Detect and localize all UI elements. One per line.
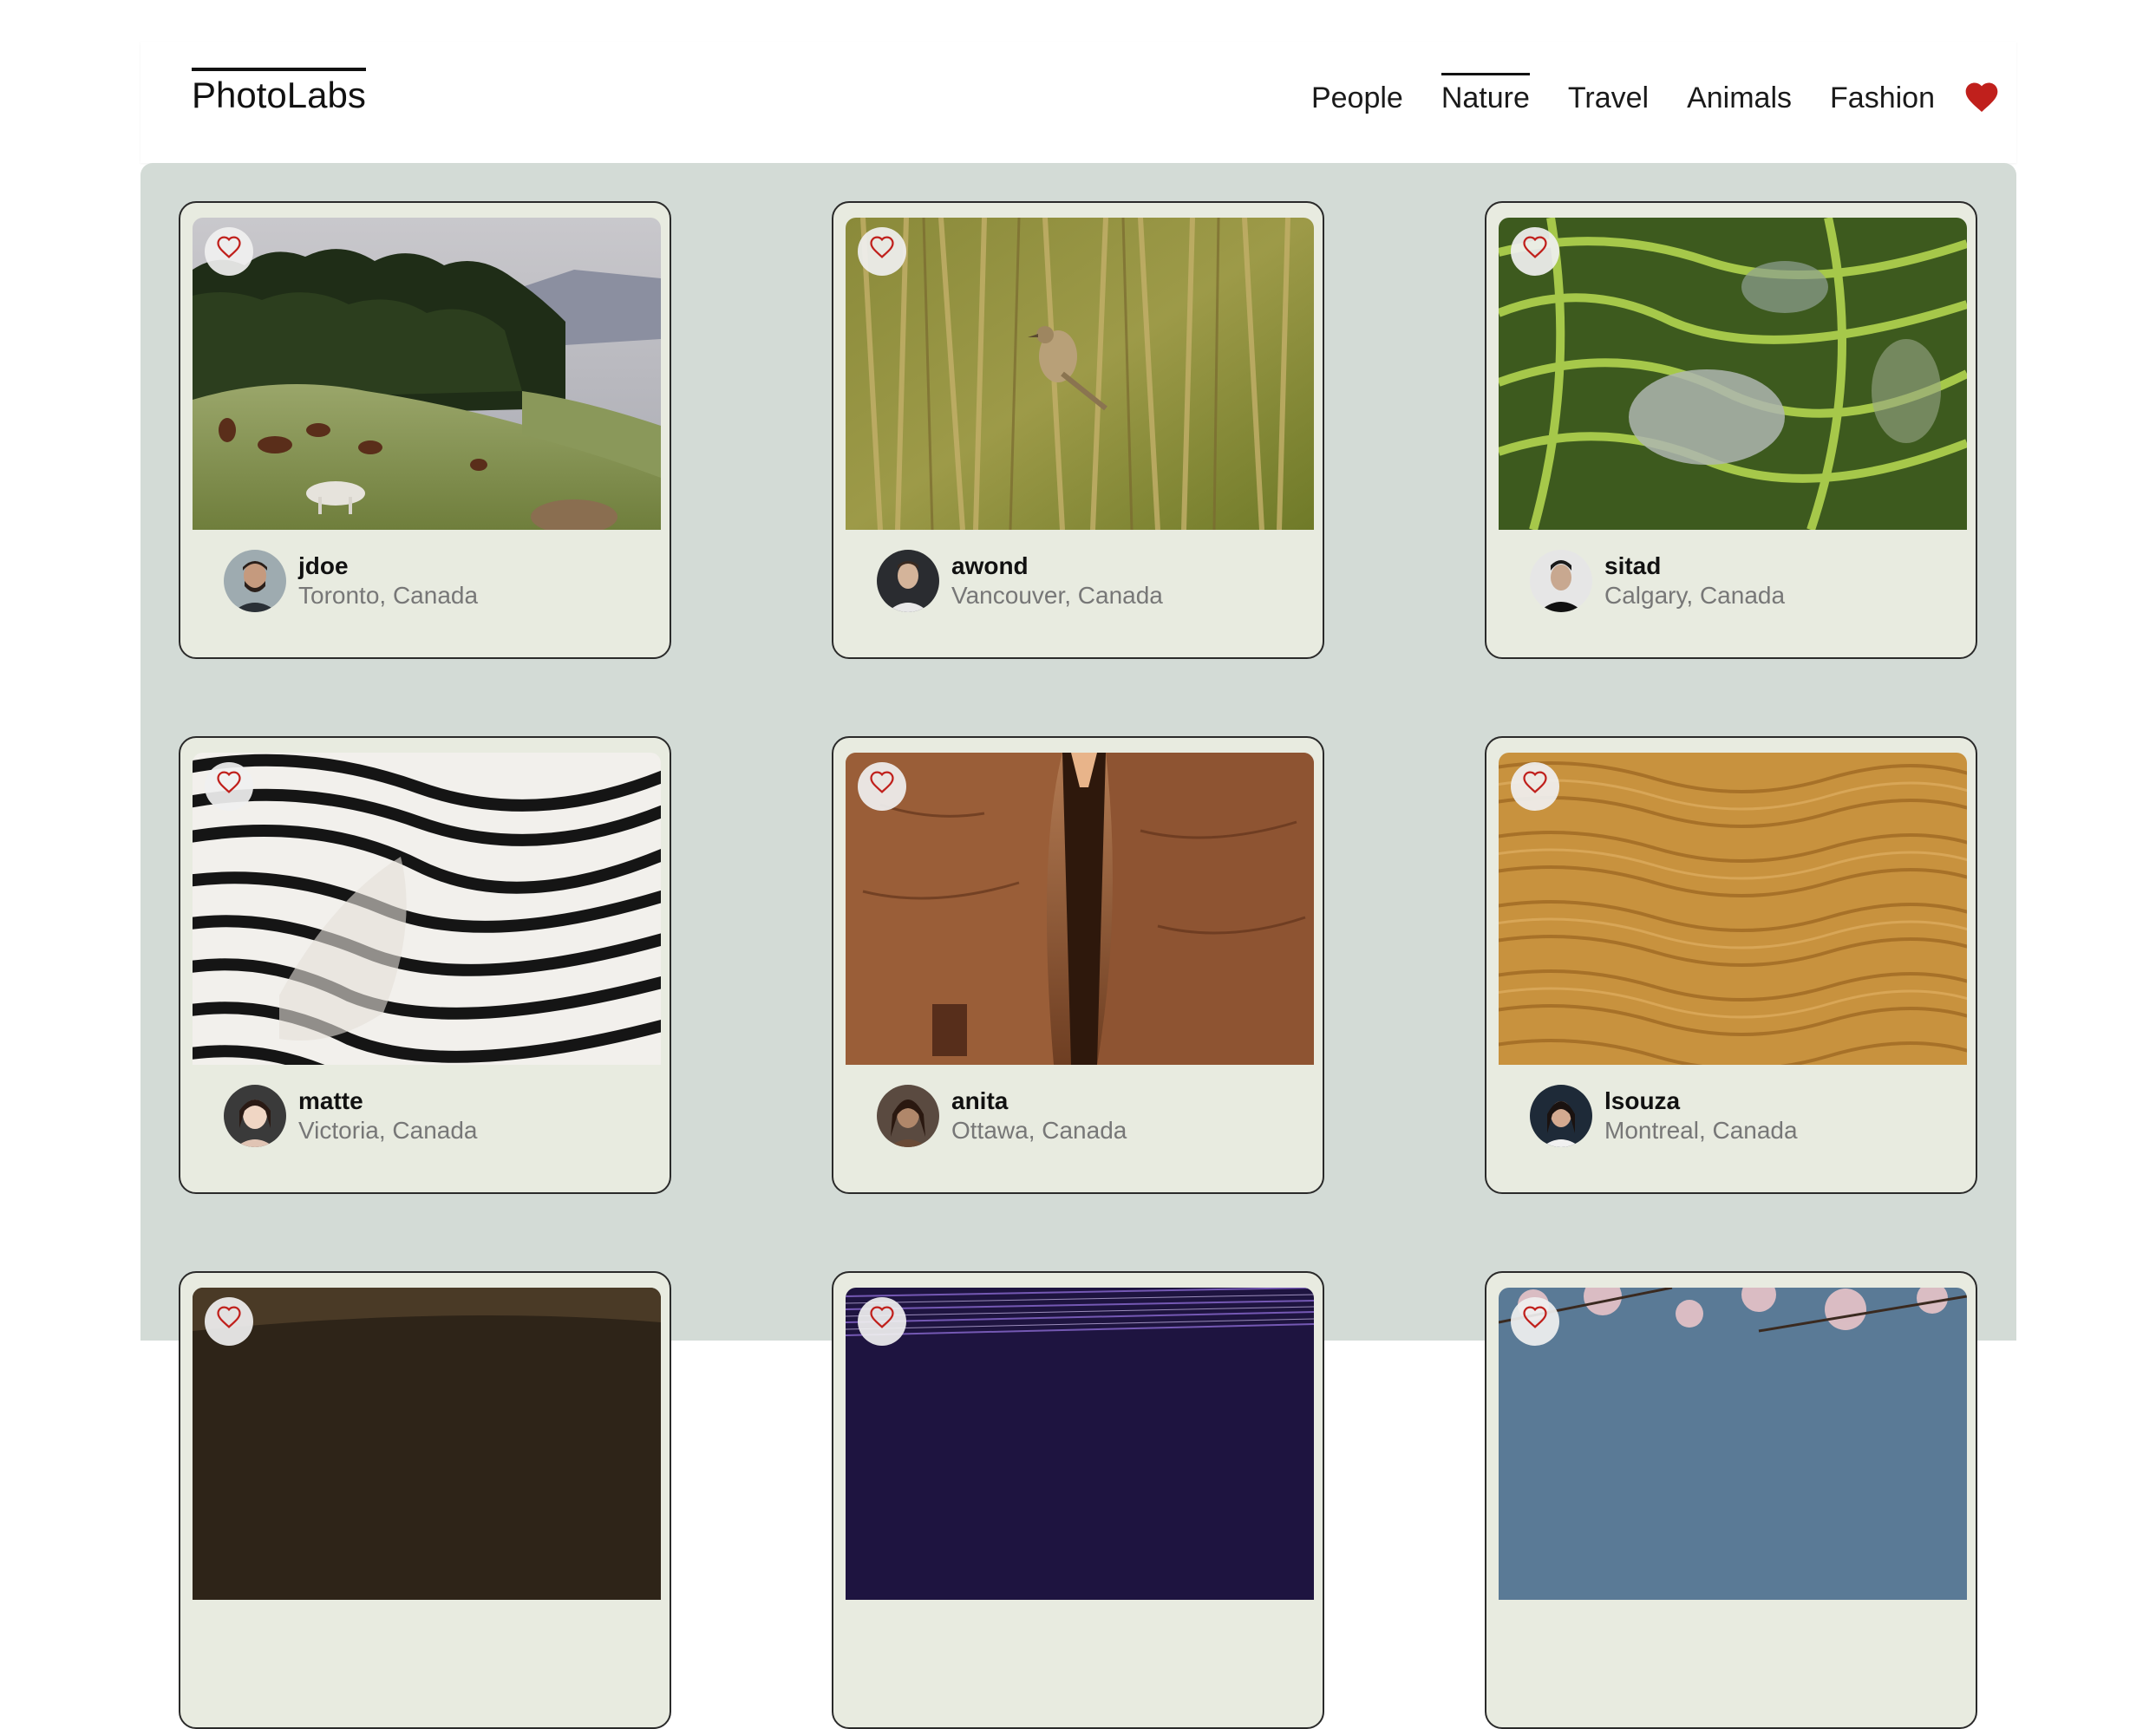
photo-user-info: sitad Calgary, Canada <box>1530 550 1785 612</box>
photo-user-info: lsouza Montreal, Canada <box>1530 1085 1798 1147</box>
favourite-button[interactable] <box>205 227 253 276</box>
heart-outline-icon <box>870 771 894 793</box>
user-location: Vancouver, Canada <box>951 582 1163 609</box>
photo-image[interactable] <box>193 753 661 1065</box>
favourite-button[interactable] <box>205 762 253 811</box>
photolabs-app: PhotoLabs People Nature Travel Animals F… <box>140 42 2016 1729</box>
heart-outline-icon <box>1523 1306 1547 1328</box>
photo-user-info: jdoe Toronto, Canada <box>224 550 478 612</box>
heart-outline-icon <box>217 236 241 258</box>
photo-card[interactable] <box>832 1271 1324 1729</box>
username: lsouza <box>1604 1087 1681 1114</box>
favourite-button[interactable] <box>858 227 906 276</box>
heart-outline-icon <box>870 1306 894 1328</box>
photo-card[interactable]: sitad Calgary, Canada <box>1485 201 1977 659</box>
photo-image[interactable] <box>1499 218 1967 530</box>
photo-user-info: anita Ottawa, Canada <box>877 1085 1127 1147</box>
heart-outline-icon <box>217 771 241 793</box>
user-location: Victoria, Canada <box>298 1117 478 1144</box>
heart-outline-icon <box>1523 236 1547 258</box>
favourite-button[interactable] <box>858 762 906 811</box>
topic-travel[interactable]: Travel <box>1568 73 1649 117</box>
avatar[interactable] <box>1530 1085 1592 1147</box>
user-location: Ottawa, Canada <box>951 1117 1127 1144</box>
photo-image[interactable] <box>193 1288 661 1600</box>
photo-user-info: awond Vancouver, Canada <box>877 550 1163 612</box>
favourite-button[interactable] <box>1511 1297 1559 1346</box>
username: awond <box>951 552 1029 579</box>
username: matte <box>298 1087 363 1114</box>
topic-list: People Nature Travel Animals Fashion <box>1273 73 1935 117</box>
topic-people[interactable]: People <box>1311 73 1403 117</box>
favourite-button[interactable] <box>1511 227 1559 276</box>
username: sitad <box>1604 552 1662 579</box>
logo[interactable]: PhotoLabs <box>192 68 366 116</box>
topic-fashion[interactable]: Fashion <box>1830 73 1935 117</box>
top-navigation-bar: PhotoLabs People Nature Travel Animals F… <box>140 42 2016 163</box>
avatar[interactable] <box>224 550 286 612</box>
favourite-button[interactable] <box>1511 762 1559 811</box>
avatar[interactable] <box>877 1085 939 1147</box>
photo-gallery: jdoe Toronto, Canada awond Vancouver, Ca… <box>140 163 2016 1729</box>
photo-image[interactable] <box>846 753 1314 1065</box>
user-location: Toronto, Canada <box>298 582 479 609</box>
heart-outline-icon <box>217 1306 241 1328</box>
photo-image[interactable] <box>846 218 1314 530</box>
topic-animals[interactable]: Animals <box>1687 73 1792 117</box>
avatar[interactable] <box>1530 550 1592 612</box>
heart-outline-icon <box>1523 771 1547 793</box>
username: anita <box>951 1087 1009 1114</box>
avatar[interactable] <box>224 1085 286 1147</box>
photo-image[interactable] <box>846 1288 1314 1600</box>
photo-card[interactable]: awond Vancouver, Canada <box>832 201 1324 659</box>
heart-filled-icon <box>1965 82 1998 113</box>
photo-card[interactable] <box>1485 1271 1977 1729</box>
photo-card[interactable]: matte Victoria, Canada <box>179 736 671 1194</box>
photo-card[interactable]: lsouza Montreal, Canada <box>1485 736 1977 1194</box>
favourite-button[interactable] <box>205 1297 253 1346</box>
username: jdoe <box>298 552 349 579</box>
favourite-button[interactable] <box>858 1297 906 1346</box>
favourites-badge[interactable] <box>1963 78 2001 116</box>
photo-user-info: matte Victoria, Canada <box>224 1085 478 1147</box>
photo-card[interactable]: jdoe Toronto, Canada <box>179 201 671 659</box>
heart-outline-icon <box>870 236 894 258</box>
photo-image[interactable] <box>193 218 661 530</box>
user-location: Calgary, Canada <box>1604 582 1786 609</box>
photo-card[interactable] <box>179 1271 671 1729</box>
user-location: Montreal, Canada <box>1604 1117 1798 1144</box>
avatar[interactable] <box>877 550 939 612</box>
photo-image[interactable] <box>1499 1288 1967 1600</box>
photo-image[interactable] <box>1499 753 1967 1065</box>
photo-card[interactable]: anita Ottawa, Canada <box>832 736 1324 1194</box>
topic-nature[interactable]: Nature <box>1441 73 1530 117</box>
